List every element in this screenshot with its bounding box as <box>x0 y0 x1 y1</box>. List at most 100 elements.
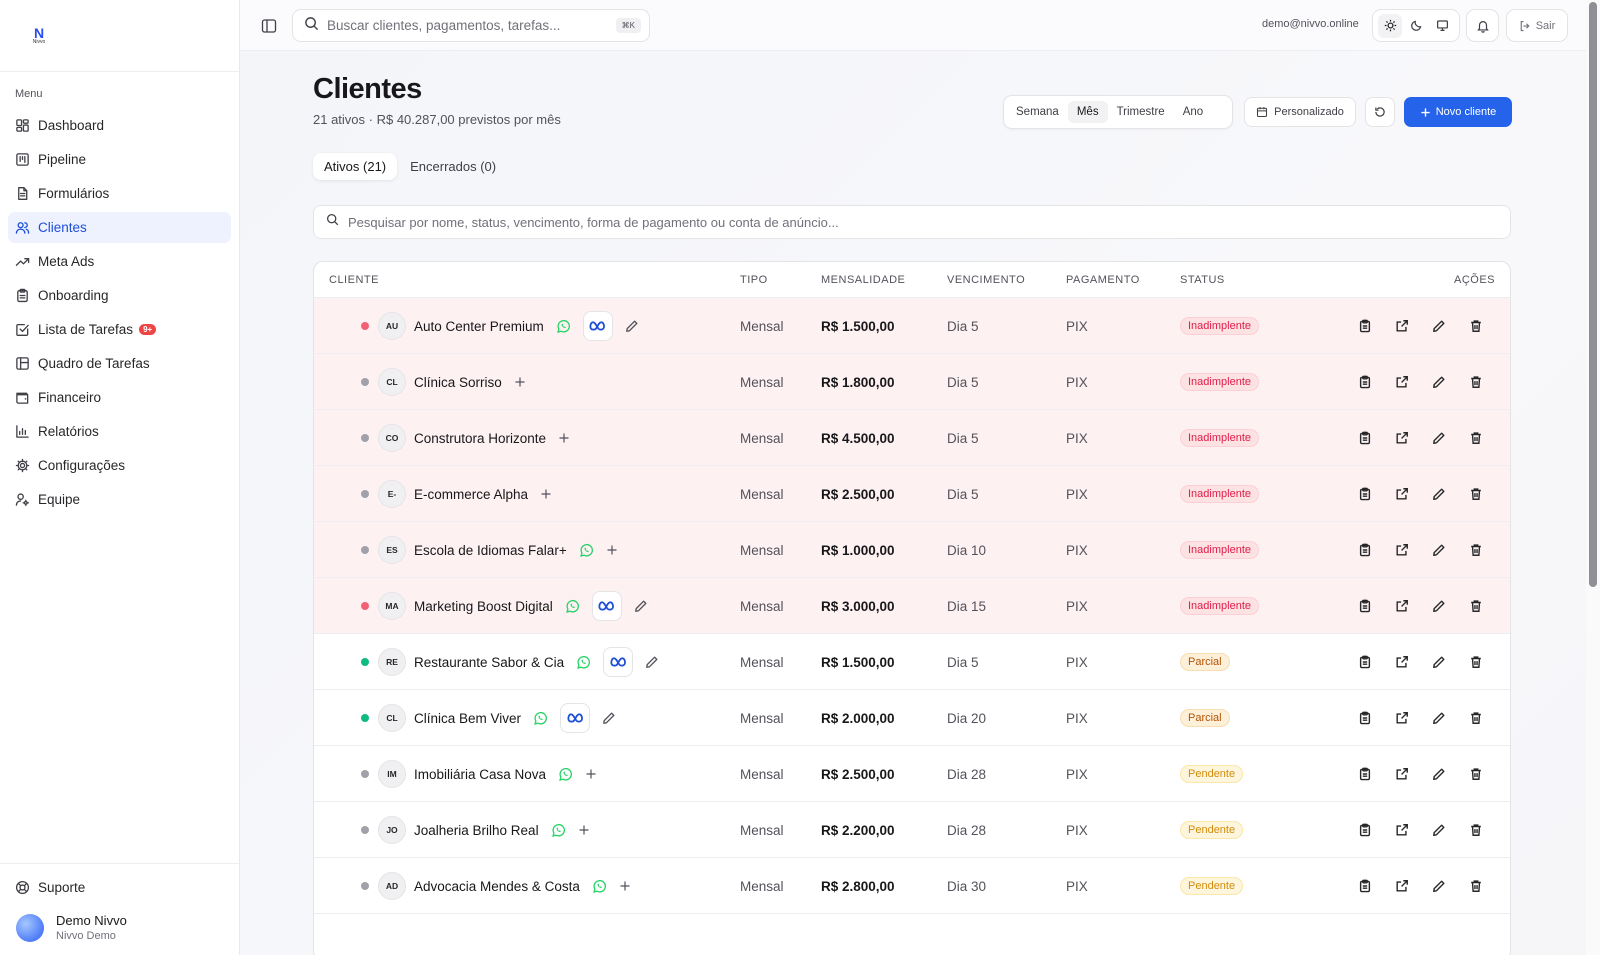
trash-icon[interactable] <box>1457 599 1494 613</box>
edit-pencil-icon[interactable] <box>1420 431 1457 445</box>
refresh-button[interactable] <box>1365 97 1395 127</box>
sidebar-item-quadro-de-tarefas[interactable]: Quadro de Tarefas <box>8 348 231 379</box>
global-search[interactable]: ⌘K <box>292 9 650 42</box>
sidebar-item-pipeline[interactable]: Pipeline <box>8 144 231 175</box>
meta-ads-icon[interactable] <box>603 647 634 677</box>
sidebar-item-meta-ads[interactable]: Meta Ads <box>8 246 231 277</box>
external-link-icon[interactable] <box>1383 319 1420 333</box>
table-row[interactable]: RE Restaurante Sabor & Cia Mensal R$ 1.500,… <box>314 634 1510 690</box>
edit-pencil-icon[interactable] <box>1420 543 1457 557</box>
clipboard-icon[interactable] <box>1346 487 1383 501</box>
client-name[interactable]: Clínica Sorriso <box>414 375 502 390</box>
external-link-icon[interactable] <box>1383 431 1420 445</box>
client-name[interactable]: Advocacia Mendes & Costa <box>414 879 580 894</box>
table-row[interactable]: IM Imobiliária Casa Nova Mensal R$ 2.500,00… <box>314 746 1510 802</box>
header-monthly[interactable]: MENSALIDADE <box>821 274 905 286</box>
sidebar-item-clientes[interactable]: Clientes <box>8 212 231 243</box>
table-search[interactable] <box>313 205 1511 239</box>
sidebar-item-equipe[interactable]: Equipe <box>8 484 231 515</box>
edit-pencil-icon[interactable] <box>1420 711 1457 725</box>
external-link-icon[interactable] <box>1383 375 1420 389</box>
period-trimestre[interactable]: Trimestre <box>1108 101 1174 123</box>
external-link-icon[interactable] <box>1383 767 1420 781</box>
add-ad-account-plus-icon[interactable] <box>606 544 618 556</box>
edit-ad-account-pencil-icon[interactable] <box>634 599 648 613</box>
whatsapp-icon[interactable] <box>576 655 591 670</box>
table-row[interactable]: AU Auto Center Premium Mensal R$ 1.500,00 Di… <box>314 298 1510 354</box>
period-mes[interactable]: Mês <box>1067 101 1108 123</box>
clipboard-icon[interactable] <box>1346 767 1383 781</box>
user-profile[interactable]: Demo Nivvo Nivvo Demo <box>0 913 239 942</box>
clipboard-icon[interactable] <box>1346 823 1383 837</box>
edit-pencil-icon[interactable] <box>1420 655 1457 669</box>
edit-ad-account-pencil-icon[interactable] <box>602 711 616 725</box>
meta-ads-icon[interactable] <box>591 591 622 621</box>
period-semana[interactable]: Semana <box>1007 101 1068 123</box>
add-ad-account-plus-icon[interactable] <box>585 768 597 780</box>
header-payment[interactable]: PAGAMENTO <box>1066 274 1140 286</box>
trash-icon[interactable] <box>1457 375 1494 389</box>
edit-pencil-icon[interactable] <box>1420 599 1457 613</box>
monitor-icon[interactable] <box>1430 14 1454 38</box>
period-ano[interactable]: Ano <box>1174 101 1212 123</box>
tab-active-clients[interactable]: Ativos (21) <box>313 153 398 180</box>
whatsapp-icon[interactable] <box>565 599 580 614</box>
external-link-icon[interactable] <box>1383 655 1420 669</box>
header-type[interactable]: TIPO <box>740 274 768 286</box>
clipboard-icon[interactable] <box>1346 599 1383 613</box>
external-link-icon[interactable] <box>1383 711 1420 725</box>
notifications-bell-icon[interactable] <box>1466 9 1499 42</box>
edit-pencil-icon[interactable] <box>1420 319 1457 333</box>
page-scrollbar[interactable] <box>1586 0 1600 955</box>
client-name[interactable]: Clínica Bem Viver <box>414 711 521 726</box>
client-name[interactable]: Escola de Idiomas Falar+ <box>414 543 567 558</box>
tab-closed-clients[interactable]: Encerrados (0) <box>399 153 507 180</box>
edit-pencil-icon[interactable] <box>1420 767 1457 781</box>
scrollbar-thumb[interactable] <box>1589 2 1597 587</box>
client-name[interactable]: Joalheria Brilho Real <box>414 823 539 838</box>
add-ad-account-plus-icon[interactable] <box>540 488 552 500</box>
edit-pencil-icon[interactable] <box>1420 823 1457 837</box>
sidebar-item-relatorios[interactable]: Relatórios <box>8 416 231 447</box>
whatsapp-icon[interactable] <box>592 879 607 894</box>
whatsapp-icon[interactable] <box>556 319 571 334</box>
add-ad-account-plus-icon[interactable] <box>578 824 590 836</box>
clipboard-icon[interactable] <box>1346 319 1383 333</box>
meta-ads-icon[interactable] <box>582 311 613 341</box>
client-name[interactable]: E-commerce Alpha <box>414 487 528 502</box>
clipboard-icon[interactable] <box>1346 879 1383 893</box>
table-row[interactable]: CL Clínica Bem Viver Mensal R$ 2.000,00 Dia … <box>314 690 1510 746</box>
add-ad-account-plus-icon[interactable] <box>514 376 526 388</box>
trash-icon[interactable] <box>1457 711 1494 725</box>
edit-pencil-icon[interactable] <box>1420 879 1457 893</box>
new-client-button[interactable]: Novo cliente <box>1404 97 1512 127</box>
sun-icon[interactable] <box>1378 13 1402 38</box>
sidebar-item-financeiro[interactable]: Financeiro <box>8 382 231 413</box>
client-name[interactable]: Construtora Horizonte <box>414 431 546 446</box>
clipboard-icon[interactable] <box>1346 711 1383 725</box>
table-row[interactable]: CO Construtora Horizonte Mensal R$ 4.500,00… <box>314 410 1510 466</box>
table-row[interactable]: AD Advocacia Mendes & Costa Mensal R$ 2.800… <box>314 858 1510 914</box>
sidebar-item-dashboard[interactable]: Dashboard <box>8 110 231 141</box>
sidebar-item-onboarding[interactable]: Onboarding <box>8 280 231 311</box>
edit-pencil-icon[interactable] <box>1420 375 1457 389</box>
whatsapp-icon[interactable] <box>558 767 573 782</box>
sidebar-item-lista-de-tarefas[interactable]: Lista de Tarefas 9+ <box>8 314 231 345</box>
support-link[interactable]: Suporte <box>0 871 239 903</box>
add-ad-account-plus-icon[interactable] <box>619 880 631 892</box>
custom-period-button[interactable]: Personalizado <box>1244 97 1356 127</box>
table-row[interactable]: CL Clínica Sorriso Mensal R$ 1.800,00 Dia 5 P… <box>314 354 1510 410</box>
trash-icon[interactable] <box>1457 431 1494 445</box>
table-search-input[interactable] <box>348 214 1448 230</box>
logout-button[interactable]: Sair <box>1506 9 1568 42</box>
client-name[interactable]: Imobiliária Casa Nova <box>414 767 546 782</box>
meta-ads-icon[interactable] <box>560 703 591 733</box>
sidebar-item-formularios[interactable]: Formulários <box>8 178 231 209</box>
clipboard-icon[interactable] <box>1346 431 1383 445</box>
trash-icon[interactable] <box>1457 767 1494 781</box>
external-link-icon[interactable] <box>1383 823 1420 837</box>
clipboard-icon[interactable] <box>1346 543 1383 557</box>
client-name[interactable]: Marketing Boost Digital <box>414 599 553 614</box>
table-row[interactable]: ES Escola de Idiomas Falar+ Mensal R$ 1.000… <box>314 522 1510 578</box>
trash-icon[interactable] <box>1457 879 1494 893</box>
